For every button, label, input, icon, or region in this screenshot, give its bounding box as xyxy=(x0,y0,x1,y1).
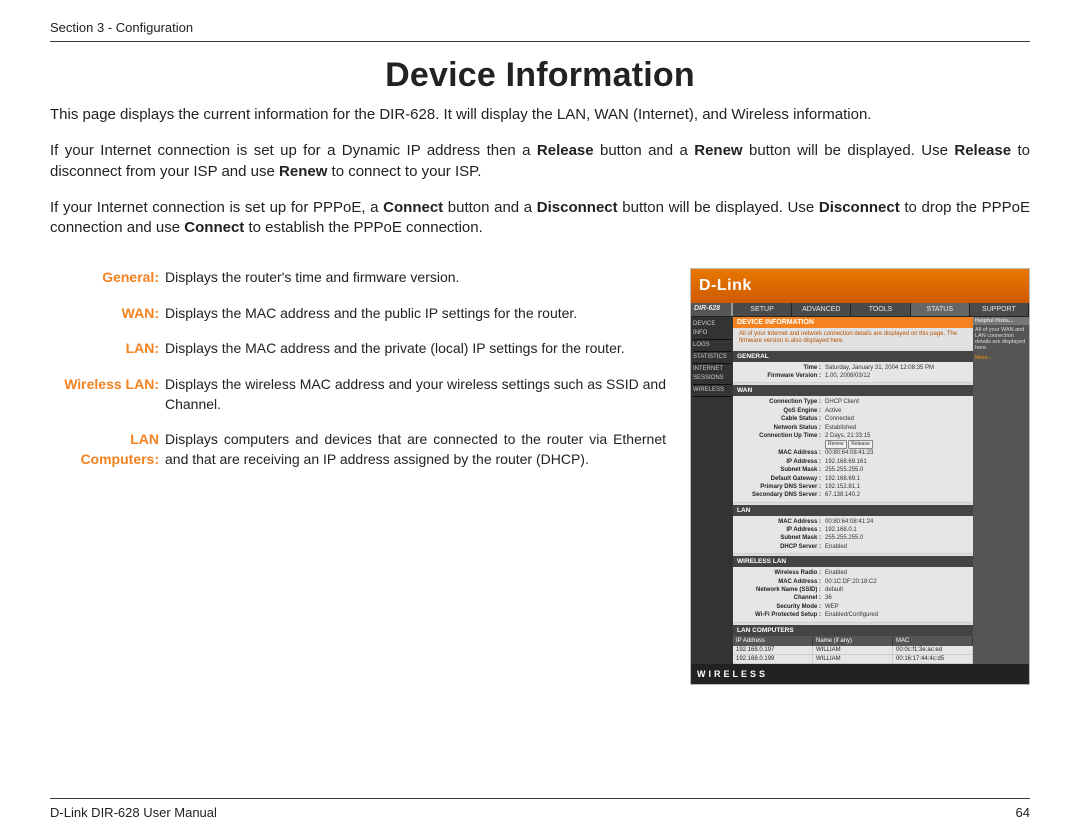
intro-p1: This page displays the current informati… xyxy=(50,105,1030,125)
ss-brand: D-Link xyxy=(691,269,1029,303)
ss-wireless-footer: WIRELESS xyxy=(691,664,1029,684)
ss-side-devinfo[interactable]: DEVICE INFO xyxy=(693,319,731,340)
renew-button[interactable]: Renew xyxy=(825,440,847,449)
page-number: 64 xyxy=(1016,805,1030,820)
ss-side-wireless[interactable]: WIRELESS xyxy=(693,385,731,397)
ss-tab-tools[interactable]: TOOLS xyxy=(851,303,910,316)
ss-side-sessions[interactable]: INTERNET SESSIONS xyxy=(693,364,731,385)
ss-tab-advanced[interactable]: ADVANCED xyxy=(792,303,851,316)
ss-tab-setup[interactable]: SETUP xyxy=(733,303,792,316)
definition-list: General:Displays the router's time and f… xyxy=(50,268,666,485)
def-term-wlan: Wireless LAN: xyxy=(50,375,165,414)
release-button[interactable]: Release xyxy=(848,440,872,449)
def-term-wan: WAN: xyxy=(50,304,165,324)
footer-left: D-Link DIR-628 User Manual xyxy=(50,805,217,820)
table-row: 192.168.0.199WILLIAM00:16:17:44:4c:d5 xyxy=(733,655,973,664)
section-header: Section 3 - Configuration xyxy=(50,20,1030,42)
router-screenshot: D-Link DIR-628 SETUP ADVANCED TOOLS STAT… xyxy=(690,268,1030,684)
ss-sec-lan: LAN xyxy=(733,505,973,516)
def-term-lancomp: LAN Computers: xyxy=(50,430,165,469)
ss-titlebar: DEVICE INFORMATION xyxy=(733,317,973,328)
intro-p3: If your Internet connection is set up fo… xyxy=(50,198,1030,239)
ss-side-logs[interactable]: LOGS xyxy=(693,340,731,352)
intro-p2: If your Internet connection is set up fo… xyxy=(50,141,1030,182)
ss-helpful-hints: Helpful Hints... All of your WAN and LAN… xyxy=(973,317,1029,663)
ss-sec-lanc: LAN COMPUTERS xyxy=(733,625,973,636)
ss-sidebar: DEVICE INFO LOGS STATISTICS INTERNET SES… xyxy=(691,317,733,663)
ss-note: All of your Internet and network connect… xyxy=(733,328,973,348)
def-term-lan: LAN: xyxy=(50,339,165,359)
ss-sec-wan: WAN xyxy=(733,385,973,396)
intro-text: This page displays the current informati… xyxy=(50,105,1030,238)
ss-tab-status[interactable]: STATUS xyxy=(911,303,970,316)
ss-model: DIR-628 xyxy=(691,303,733,316)
page-title: Device Information xyxy=(50,56,1030,95)
ss-sec-wlan: WIRELESS LAN xyxy=(733,556,973,567)
ss-more-link[interactable]: More... xyxy=(975,355,1027,361)
table-row: 192.168.0.197WILLIAM00:0c:f1:3e:ac:ed xyxy=(733,646,973,655)
ss-tab-support[interactable]: SUPPORT xyxy=(970,303,1029,316)
ss-side-stats[interactable]: STATISTICS xyxy=(693,352,731,364)
ss-sec-general: GENERAL xyxy=(733,351,973,362)
def-term-general: General: xyxy=(50,268,165,288)
